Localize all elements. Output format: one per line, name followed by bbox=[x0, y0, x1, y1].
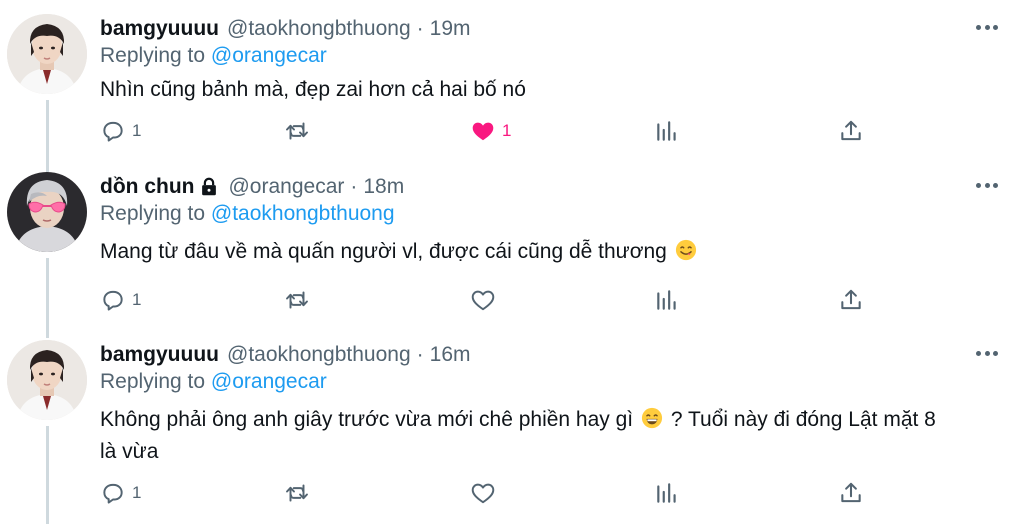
tweet-text: Nhìn cũng bảnh mà, đẹp zai hơn cả hai bố… bbox=[100, 78, 526, 101]
thread-connector bbox=[46, 100, 49, 180]
analytics-button[interactable] bbox=[654, 478, 680, 508]
reply-count: 1 bbox=[132, 121, 142, 140]
tweet-text-line2: là vừa bbox=[100, 440, 159, 463]
replying-to: Replying to @orangecar bbox=[100, 44, 327, 68]
speech-bubble-icon bbox=[103, 121, 123, 142]
replying-prefix: Replying to bbox=[100, 202, 206, 225]
thread-connector bbox=[46, 426, 49, 524]
retweet-button[interactable] bbox=[284, 285, 310, 315]
timestamp[interactable]: 18m bbox=[363, 175, 404, 199]
timestamp[interactable]: 16m bbox=[430, 343, 471, 367]
user-handle[interactable]: @taokhongbthuong bbox=[227, 17, 411, 41]
yum-emoji-icon bbox=[675, 239, 696, 261]
replying-to: Replying to @orangecar bbox=[100, 370, 327, 394]
tweet-header: bamgyuuuu @taokhongbthuong · 19m bbox=[100, 14, 471, 44]
retweet-icon bbox=[286, 484, 308, 502]
tweet-text-content: Mang từ đâu về mà quấn người vl, được cá… bbox=[100, 240, 667, 263]
replying-prefix: Replying to bbox=[100, 44, 206, 67]
reply-button[interactable]: 1 bbox=[100, 285, 141, 315]
tweet-text-part1: Không phải ông anh giây trước vừa mới ch… bbox=[100, 408, 634, 431]
like-button[interactable] bbox=[470, 285, 496, 315]
share-icon bbox=[841, 289, 861, 310]
tweet-header: dồn chun @orangecar · 18m bbox=[100, 172, 404, 202]
lock-icon bbox=[202, 177, 217, 196]
tweet-actions: 1 1 bbox=[100, 116, 880, 146]
retweet-button[interactable] bbox=[284, 116, 310, 146]
reply-button[interactable]: 1 bbox=[100, 478, 141, 508]
share-button[interactable] bbox=[838, 116, 864, 146]
tweet-actions: 1 bbox=[100, 285, 880, 315]
user-handle[interactable]: @taokhongbthuong bbox=[227, 343, 411, 367]
more-dots-icon[interactable] bbox=[976, 178, 998, 192]
tweet-1[interactable]: bamgyuuuu @taokhongbthuong · 19m Replyin… bbox=[0, 14, 1010, 180]
analytics-button[interactable] bbox=[654, 285, 680, 315]
separator: · bbox=[416, 343, 424, 366]
more-dots-icon[interactable] bbox=[976, 20, 998, 34]
tweet-actions: 1 bbox=[100, 478, 880, 508]
speech-bubble-icon bbox=[103, 483, 123, 504]
share-button[interactable] bbox=[838, 478, 864, 508]
grin-emoji-icon bbox=[641, 407, 663, 429]
analytics-button[interactable] bbox=[654, 116, 680, 146]
tweet-header: bamgyuuuu @taokhongbthuong · 16m bbox=[100, 340, 471, 370]
more-dots-icon[interactable] bbox=[976, 346, 998, 360]
replying-prefix: Replying to bbox=[100, 370, 206, 393]
bar-chart-icon bbox=[657, 290, 676, 310]
like-button[interactable] bbox=[470, 478, 496, 508]
retweet-button[interactable] bbox=[284, 478, 310, 508]
retweet-icon bbox=[286, 291, 308, 309]
speech-bubble-icon bbox=[103, 290, 123, 311]
heart-icon bbox=[472, 122, 494, 141]
mention-link[interactable]: @taokhongbthuong bbox=[211, 202, 395, 225]
display-name[interactable]: bamgyuuuu bbox=[100, 343, 219, 367]
tweet-text: Không phải ông anh giây trước vừa mới ch… bbox=[100, 404, 1000, 468]
retweet-icon bbox=[286, 122, 308, 140]
tweet-text: Mang từ đâu về mà quấn người vl, được cá… bbox=[100, 236, 1000, 268]
thread-connector bbox=[46, 258, 49, 338]
bar-chart-icon bbox=[657, 121, 676, 141]
share-button[interactable] bbox=[838, 285, 864, 315]
avatar[interactable] bbox=[7, 340, 87, 420]
separator: · bbox=[350, 175, 358, 198]
tweet-text-part2: ? Tuổi này đi đóng Lật mặt 8 bbox=[670, 408, 936, 431]
avatar[interactable] bbox=[7, 172, 87, 252]
separator: · bbox=[416, 17, 424, 40]
like-button[interactable]: 1 bbox=[470, 116, 511, 146]
reply-count: 1 bbox=[132, 483, 142, 502]
tweet-3[interactable]: bamgyuuuu @taokhongbthuong · 16m Replyin… bbox=[0, 340, 1010, 524]
user-handle[interactable]: @orangecar bbox=[228, 175, 344, 199]
mention-link[interactable]: @orangecar bbox=[211, 370, 327, 393]
heart-icon bbox=[471, 483, 495, 504]
bar-chart-icon bbox=[657, 483, 676, 503]
reply-count: 1 bbox=[132, 290, 142, 309]
tweet-2[interactable]: dồn chun @orangecar · 18m Replying to @t… bbox=[0, 172, 1010, 338]
share-icon bbox=[841, 482, 861, 503]
reply-thread: bamgyuuuu @taokhongbthuong · 19m Replyin… bbox=[0, 0, 1010, 524]
replying-to: Replying to @taokhongbthuong bbox=[100, 202, 395, 226]
reply-button[interactable]: 1 bbox=[100, 116, 141, 146]
mention-link[interactable]: @orangecar bbox=[211, 44, 327, 67]
like-count: 1 bbox=[502, 121, 512, 140]
heart-icon bbox=[471, 290, 495, 311]
avatar[interactable] bbox=[7, 14, 87, 94]
display-name[interactable]: dồn chun bbox=[100, 175, 194, 199]
timestamp[interactable]: 19m bbox=[430, 17, 471, 41]
share-icon bbox=[841, 120, 861, 141]
display-name[interactable]: bamgyuuuu bbox=[100, 17, 219, 41]
